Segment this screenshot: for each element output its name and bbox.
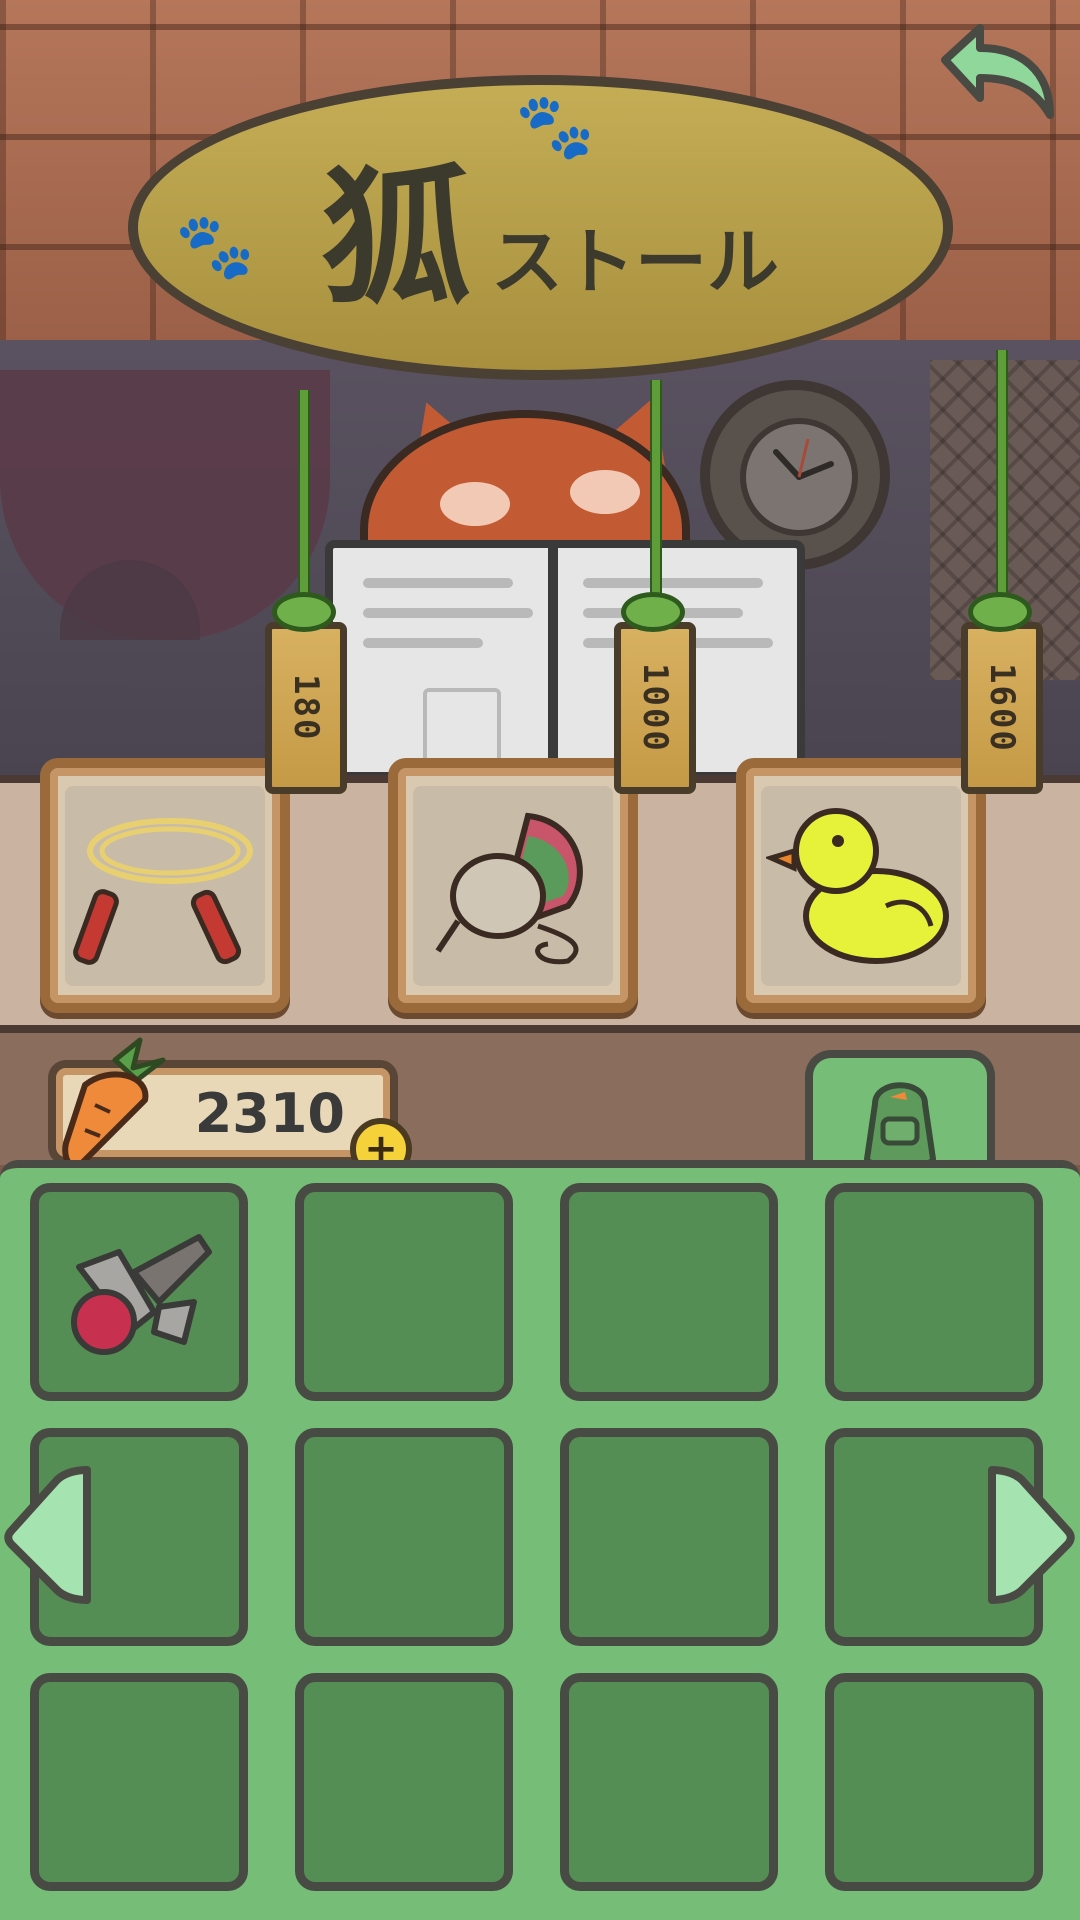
shop-item-frame [413, 785, 613, 986]
inventory-slot[interactable] [825, 1183, 1043, 1401]
shop-item-spinning-top[interactable] [388, 758, 638, 1013]
next-page-button[interactable] [982, 1460, 1077, 1610]
spinning-top-icon [435, 812, 583, 964]
shop-title-kanji: 狐 [320, 149, 471, 326]
shop-item-jump-rope[interactable] [40, 758, 290, 1013]
kendama-icon [71, 1234, 212, 1355]
price-label: 1600 [982, 663, 1022, 753]
shop-item-frame [761, 785, 961, 986]
tag-string [298, 390, 310, 610]
jump-rope-icon [73, 817, 253, 965]
carrot-icon [55, 1030, 175, 1170]
price-tag: 1000 [614, 622, 696, 794]
inventory-slot[interactable] [560, 1673, 778, 1891]
inventory-slot[interactable] [295, 1428, 513, 1646]
right-arrow-icon [988, 1466, 1075, 1604]
tag-bow [968, 592, 1032, 632]
inventory-slot[interactable] [295, 1183, 513, 1401]
inventory-slot[interactable] [560, 1428, 778, 1646]
rubber-duck-icon [766, 807, 949, 964]
price-tag: 180 [265, 622, 347, 794]
back-arrow-icon [941, 24, 1054, 119]
newspaper-fold [548, 540, 558, 780]
tag-bow [621, 592, 685, 632]
inventory-slot[interactable] [30, 1673, 248, 1891]
shop-title-kana: ストール [491, 219, 780, 304]
fox-cheek [570, 470, 640, 514]
shop-item-rubber-duck[interactable] [736, 758, 986, 1013]
back-button[interactable] [925, 20, 1065, 130]
tag-string [996, 350, 1008, 610]
backpack-icon [864, 1082, 936, 1170]
currency-amount: 2310 [194, 1082, 345, 1145]
shop-title: 狐 ストール [200, 115, 900, 335]
price-tag: 1600 [961, 622, 1043, 794]
clock-face [740, 418, 858, 536]
previous-page-button[interactable] [2, 1460, 97, 1610]
left-arrow-icon [4, 1466, 91, 1604]
inventory-slot[interactable] [825, 1673, 1043, 1891]
inventory-slot[interactable] [560, 1183, 778, 1401]
inventory-slot[interactable] [30, 1183, 248, 1401]
price-label: 1000 [635, 663, 675, 753]
inventory-slot[interactable] [295, 1673, 513, 1891]
tag-bow [272, 592, 336, 632]
shop-item-frame [65, 785, 265, 986]
newspaper [325, 540, 805, 780]
price-label: 180 [286, 674, 326, 742]
tag-string [650, 380, 662, 610]
fox-cheek [440, 482, 510, 526]
